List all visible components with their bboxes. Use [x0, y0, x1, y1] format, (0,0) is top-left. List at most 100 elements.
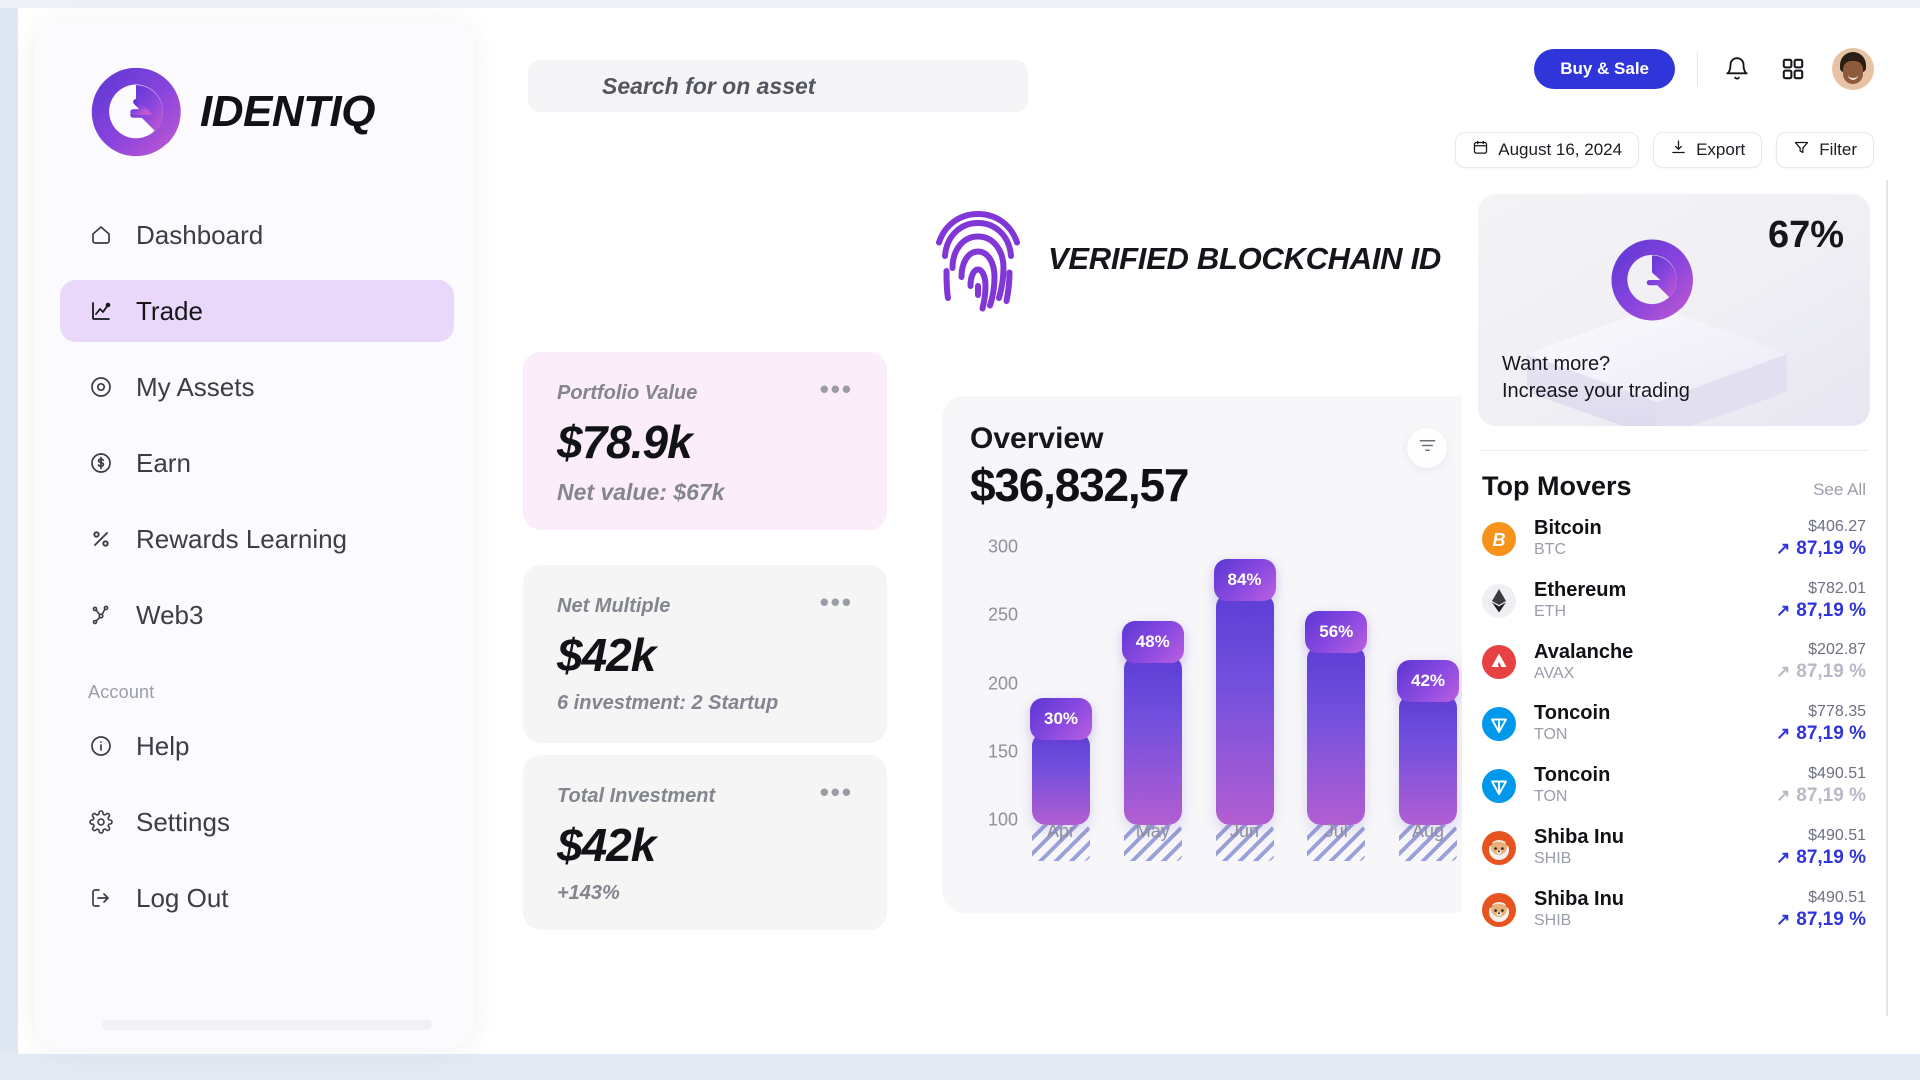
app-root: IDENTIQ Dashboard Trade My Assets Earn R…	[0, 0, 1920, 1080]
stat-sub: 6 investment: 2 Startup	[557, 692, 779, 714]
coin-symbol: SHIB	[1534, 911, 1572, 929]
grid-apps-icon[interactable]	[1776, 52, 1810, 86]
toncoin-icon	[1482, 769, 1516, 804]
buy-sale-button[interactable]: Buy & Sale	[1534, 49, 1675, 89]
top-mover-row[interactable]: Shiba Inu SHIB $490.51 ↗ 87,19 %	[1462, 879, 1886, 941]
sidebar-item-my-assets[interactable]: My Assets	[60, 356, 454, 418]
chart-y-tick: 300	[987, 536, 1018, 557]
avalanche-icon	[1482, 645, 1516, 680]
top-mover-row[interactable]: Toncoin TON $490.51 ↗ 87,19 %	[1462, 755, 1886, 817]
date-label: August 16, 2024	[1498, 140, 1623, 159]
bitcoin-icon: B	[1482, 521, 1516, 556]
coin-symbol: ETH	[1534, 602, 1566, 620]
chart-bar-column[interactable]: 56%	[1305, 548, 1368, 861]
more-dots-icon[interactable]: •••	[820, 376, 853, 402]
sidebar-item-label: Dashboard	[136, 219, 264, 250]
chart-x-tick: Aug	[1411, 821, 1445, 841]
dollar-circle-icon	[88, 450, 114, 476]
promo-copy: Want more? Increase your trading	[1502, 351, 1690, 406]
sidebar-item-trade[interactable]: Trade	[60, 280, 454, 342]
coin-name: Ethereum	[1534, 578, 1627, 601]
sidebar-item-label: Trade	[136, 295, 203, 326]
gear-icon	[88, 809, 114, 835]
verified-blockchain-banner: VERIFIED BLOCKCHAIN ID	[930, 205, 1441, 313]
right-panel-edge	[1886, 180, 1888, 1016]
chart-filter-button[interactable]	[1407, 428, 1447, 468]
coin-name: Shiba Inu	[1534, 825, 1624, 848]
fingerprint-icon	[930, 205, 1026, 313]
sidebar-section-label: Account	[88, 682, 155, 702]
coin-price: $778.35	[1808, 703, 1866, 721]
sidebar-item-label: Web3	[136, 599, 204, 630]
coin-name: Toncoin	[1534, 764, 1611, 787]
coin-change: ↗ 87,19 %	[1776, 661, 1866, 683]
coin-change: ↗ 87,19 %	[1776, 847, 1866, 869]
top-mover-row[interactable]: Shiba Inu SHIB $490.51 ↗ 87,19 %	[1462, 817, 1886, 879]
sidebar-item-rewards-learning[interactable]: Rewards Learning	[60, 508, 454, 570]
sidebar-item-settings[interactable]: Settings	[60, 791, 454, 853]
filter-button[interactable]: Filter	[1776, 132, 1874, 168]
arrow-up-icon: ↗	[1776, 662, 1791, 682]
info-circle-icon	[88, 733, 114, 759]
date-picker-button[interactable]: August 16, 2024	[1455, 132, 1640, 168]
sidebar-scroll-indicator[interactable]	[102, 1020, 432, 1030]
more-dots-icon[interactable]: •••	[820, 589, 853, 615]
coin-change-value: 87,19 %	[1796, 661, 1866, 683]
stat-label: Net Multiple	[557, 595, 671, 617]
promo-percent: 67%	[1767, 214, 1844, 256]
shiba-icon	[1482, 892, 1516, 927]
coin-change-value: 87,19 %	[1796, 537, 1866, 559]
chart-x-tick: Jul	[1324, 821, 1348, 841]
sidebar-item-earn[interactable]: Earn	[60, 432, 454, 494]
sidebar-nav: Dashboard Trade My Assets Earn Rewards L…	[34, 204, 474, 929]
toncoin-icon	[1482, 707, 1516, 742]
export-button[interactable]: Export	[1653, 132, 1763, 168]
arrow-up-icon: ↗	[1776, 847, 1791, 867]
promo-line-2: Increase your trading	[1502, 380, 1690, 403]
top-mover-row[interactable]: Avalanche AVAX $202.87 ↗ 87,19 %	[1462, 632, 1886, 694]
see-all-link[interactable]: See All	[1813, 480, 1866, 500]
top-mover-row[interactable]: B Bitcoin BTC $406.27 ↗ 87,19 %	[1462, 508, 1886, 570]
coin-name: Bitcoin	[1534, 517, 1602, 539]
chart-amount: $36,832,57	[970, 459, 1189, 511]
top-mover-row[interactable]: Toncoin TON $778.35 ↗ 87,19 %	[1462, 693, 1886, 755]
stat-value: $42k	[557, 819, 656, 871]
sidebar-item-label: Settings	[136, 806, 230, 837]
chart-bar-column[interactable]: 42%	[1397, 548, 1459, 861]
stat-card-net-multiple[interactable]: Net Multiple $42k 6 investment: 2 Startu…	[523, 565, 887, 743]
stat-card-portfolio-value[interactable]: Portfolio Value $78.9k Net value: $67k •…	[523, 352, 887, 530]
sidebar-item-dashboard[interactable]: Dashboard	[60, 204, 454, 266]
chart-title: Overview	[970, 422, 1104, 455]
promo-card[interactable]: 67% Want more? Increase your trading	[1478, 194, 1870, 426]
sidebar-item-log-out[interactable]: Log Out	[60, 867, 454, 929]
bell-icon[interactable]	[1720, 52, 1754, 86]
coin-name: Avalanche	[1534, 640, 1634, 663]
top-movers-header: Top Movers See All	[1462, 451, 1886, 508]
chart-bar-value-badge: 48%	[1121, 620, 1184, 663]
funnel-icon	[1793, 139, 1810, 161]
top-mover-row[interactable]: Ethereum ETH $782.01 ↗ 87,19 %	[1462, 570, 1886, 632]
avatar[interactable]	[1832, 48, 1874, 90]
stat-card-total-investment[interactable]: Total Investment $42k +143% •••	[523, 755, 887, 930]
brand-name: IDENTIQ	[200, 87, 375, 136]
chart-bar-solid: 30%	[1030, 698, 1092, 825]
toncoin-icon	[1482, 769, 1516, 804]
chart-y-tick: 200	[987, 673, 1018, 693]
sidebar-item-web3[interactable]: Web3	[60, 584, 454, 646]
brand-logo[interactable]: IDENTIQ	[34, 18, 474, 160]
percent-icon	[88, 526, 114, 552]
compass-icon	[88, 374, 114, 400]
chart-bar-column[interactable]: 30%	[1030, 548, 1092, 861]
stat-value: $78.9k	[557, 416, 693, 468]
search-input[interactable]	[528, 60, 1028, 112]
search-bar[interactable]	[528, 60, 1028, 112]
chart-bar-column[interactable]: 48%	[1121, 548, 1184, 861]
coin-name: Shiba Inu	[1534, 887, 1624, 910]
more-dots-icon[interactable]: •••	[820, 779, 853, 805]
sidebar-item-help[interactable]: Help	[60, 715, 454, 777]
sidebar-item-label: Earn	[136, 447, 191, 478]
chart-y-tick: 150	[987, 741, 1018, 762]
chart-x-tick: May	[1135, 821, 1170, 841]
chart-bar-column[interactable]: 84%	[1213, 548, 1276, 861]
arrow-up-icon: ↗	[1776, 724, 1791, 744]
